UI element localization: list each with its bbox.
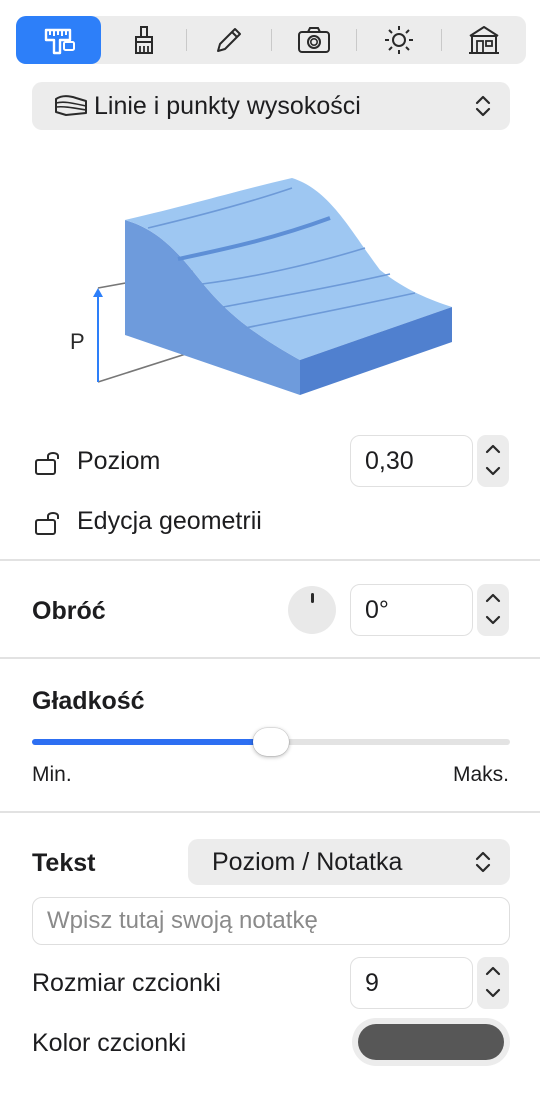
tab-pencil[interactable] <box>186 16 271 64</box>
tab-camera[interactable] <box>271 16 356 64</box>
font-color-swatch <box>358 1024 504 1060</box>
smoothness-slider-fill <box>32 739 271 745</box>
up-down-chevron-icon <box>475 851 491 873</box>
chevron-down-icon <box>485 988 501 998</box>
text-mode-popup-label: Poziom / Notatka <box>212 847 403 876</box>
slider-min-label: Min. <box>32 763 72 786</box>
mode-select[interactable]: Linie i punkty wysokości <box>32 82 510 130</box>
tab-building[interactable] <box>441 16 526 64</box>
font-color-label: Kolor czcionki <box>32 1029 187 1057</box>
smoothness-slider-knob[interactable] <box>253 728 289 756</box>
up-down-chevron-icon <box>475 95 491 117</box>
text-label: Tekst <box>32 849 96 877</box>
sun-icon <box>384 26 413 54</box>
divider <box>0 811 540 813</box>
pencil-icon <box>216 28 241 52</box>
tab-measure[interactable] <box>16 16 101 64</box>
chevron-down-icon <box>485 615 501 625</box>
divider <box>0 559 540 561</box>
building-icon <box>468 26 499 54</box>
camera-icon <box>297 27 330 53</box>
chevron-up-icon <box>485 966 501 976</box>
rotate-field[interactable]: 0° <box>350 584 473 636</box>
level-label: Poziom <box>77 447 161 475</box>
tab-brush[interactable] <box>101 16 186 64</box>
tab-sun[interactable] <box>356 16 441 64</box>
font-size-label: Rozmiar czcionki <box>32 969 221 997</box>
chevron-down-icon <box>485 466 501 476</box>
note-input[interactable] <box>32 897 510 945</box>
chevron-up-icon <box>485 593 501 603</box>
brush-icon <box>134 26 153 54</box>
tool-tabs <box>16 16 526 64</box>
terrain-illustration: P <box>60 170 480 410</box>
smoothness-label: Gładkość <box>32 687 145 715</box>
slider-max-label: Maks. <box>452 763 509 786</box>
edit-geometry-label: Edycja geometrii <box>77 507 262 535</box>
rotation-dial[interactable] <box>288 586 336 634</box>
font-color-well[interactable] <box>352 1018 510 1066</box>
chevron-up-icon <box>485 444 501 454</box>
lock-open-icon[interactable] <box>33 450 61 478</box>
font-size-stepper[interactable] <box>477 957 509 1009</box>
rotate-label: Obróć <box>32 597 106 625</box>
lock-open-icon[interactable] <box>33 510 61 538</box>
divider <box>0 657 540 659</box>
font-size-field[interactable]: 9 <box>350 957 473 1009</box>
level-stepper[interactable] <box>477 435 509 487</box>
measure-icon <box>44 28 75 55</box>
terrain-layers-icon <box>55 95 87 116</box>
rotate-stepper[interactable] <box>477 584 509 636</box>
mode-select-label: Linie i punkty wysokości <box>94 91 361 120</box>
text-mode-popup[interactable]: Poziom / Notatka <box>188 839 510 885</box>
height-label: P <box>70 329 85 354</box>
level-field[interactable]: 0,30 <box>350 435 473 487</box>
